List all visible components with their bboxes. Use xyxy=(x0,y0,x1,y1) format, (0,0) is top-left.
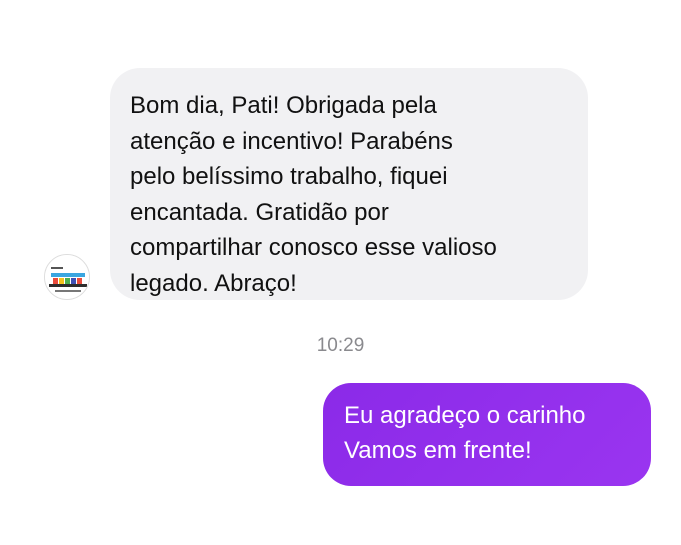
incoming-message-line: Bom dia, Pati! Obrigada pela xyxy=(130,92,437,119)
outgoing-message-bubble[interactable]: Eu agradeço o carinho Vamos em frente! xyxy=(323,383,651,486)
outgoing-message-line: Eu agradeço o carinho xyxy=(344,402,586,429)
profile-logo-icon xyxy=(45,255,89,299)
outgoing-message-line: Vamos em frente! xyxy=(344,437,532,464)
incoming-message-line: encantada. Gratidão por xyxy=(130,198,389,226)
avatar[interactable] xyxy=(44,254,90,300)
incoming-message-bubble[interactable]: Bom dia, Pati! Obrigada pela atenção e i… xyxy=(110,68,588,300)
incoming-message-line: pelo belíssimo trabalho, fiquei xyxy=(130,163,448,191)
incoming-message-line: compartilhar conosco esse valioso xyxy=(130,234,497,262)
message-timestamp: 10:29 xyxy=(316,335,365,356)
incoming-message-line: atenção e incentivo! Parabéns xyxy=(130,127,453,155)
incoming-message-line: legado. Abraço! xyxy=(130,269,297,297)
